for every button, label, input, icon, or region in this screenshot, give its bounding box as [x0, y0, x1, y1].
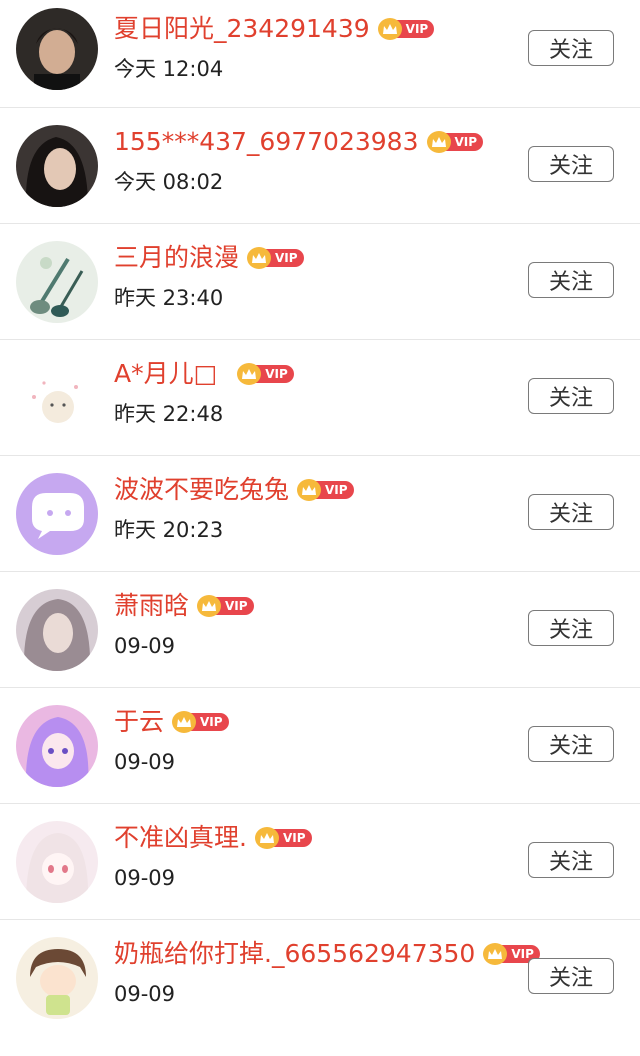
follow-button[interactable]: 关注 [528, 726, 614, 762]
user-name-line: 波波不要吃兔兔 VIP [114, 473, 354, 507]
follow-button[interactable]: 关注 [528, 958, 614, 994]
avatar[interactable] [16, 8, 98, 90]
user-name-line: 于云 VIP [114, 705, 229, 739]
timestamp: 09-09 [114, 750, 176, 774]
vip-badge: VIP [377, 18, 435, 40]
timestamp: 昨天 23:40 [114, 286, 224, 310]
avatar[interactable] [16, 821, 98, 903]
follow-button[interactable]: 关注 [528, 842, 614, 878]
user-name-line: 奶瓶给你打掉._665562947350 VIP [114, 937, 540, 971]
user-name[interactable]: 萧雨晗 [114, 589, 189, 623]
follow-button[interactable]: 关注 [528, 378, 614, 414]
vip-badge: VIP [426, 131, 484, 153]
crown-icon [297, 479, 322, 501]
list-item[interactable]: 波波不要吃兔兔 VIP 昨天 20:23 关注 [0, 456, 640, 572]
timestamp: 今天 08:02 [114, 170, 224, 194]
avatar[interactable] [16, 937, 98, 1019]
crown-icon [426, 131, 451, 153]
user-name[interactable]: 不准凶真理. [114, 821, 247, 855]
vip-badge: VIP [237, 363, 294, 385]
timestamp: 09-09 [114, 634, 176, 658]
avatar[interactable] [16, 241, 98, 323]
user-name-line: 不准凶真理. VIP [114, 821, 312, 855]
vip-badge: VIP [247, 247, 304, 269]
user-name[interactable]: 夏日阳光_234291439 [114, 12, 370, 46]
user-name[interactable]: 于云 [114, 705, 164, 739]
crown-icon [172, 711, 197, 733]
list-item[interactable]: 155***437_6977023983 VIP 今天 08:02 关注 [0, 108, 640, 224]
list-item[interactable]: 奶瓶给你打掉._665562947350 VIP 09-09 关注 [0, 920, 640, 1036]
vip-badge: VIP [172, 711, 229, 733]
follow-button[interactable]: 关注 [528, 146, 614, 182]
avatar[interactable] [16, 473, 98, 555]
vip-badge: VIP [197, 595, 254, 617]
timestamp: 今天 12:04 [114, 57, 224, 81]
avatar[interactable] [16, 589, 98, 671]
user-name-line: 萧雨晗 VIP [114, 589, 254, 623]
user-name-line: 155***437_6977023983 VIP [114, 125, 484, 159]
avatar[interactable] [16, 125, 98, 207]
user-name[interactable]: 奶瓶给你打掉._665562947350 [114, 937, 475, 971]
list-item[interactable]: A*月儿□ VIP 昨天 22:48 关注 [0, 340, 640, 456]
vip-badge: VIP [297, 479, 354, 501]
avatar[interactable] [16, 705, 98, 787]
list-item[interactable]: 三月的浪漫 VIP 昨天 23:40 关注 [0, 224, 640, 340]
user-name[interactable]: 三月的浪漫 [114, 241, 239, 275]
crown-icon [254, 827, 279, 849]
user-name[interactable]: 波波不要吃兔兔 [114, 473, 289, 507]
user-name[interactable]: A*月儿□ [114, 357, 217, 391]
timestamp: 昨天 20:23 [114, 518, 224, 542]
avatar[interactable] [16, 357, 98, 439]
follow-button[interactable]: 关注 [528, 494, 614, 530]
follower-list: 夏日阳光_234291439 VIP 今天 12:04 关注 155***437… [0, 0, 640, 1036]
user-name[interactable]: 155***437_6977023983 [114, 125, 419, 159]
user-name-line: 夏日阳光_234291439 VIP [114, 12, 435, 46]
vip-label: VIP [255, 365, 294, 383]
list-item[interactable]: 不准凶真理. VIP 09-09 关注 [0, 804, 640, 920]
follow-button[interactable]: 关注 [528, 262, 614, 298]
list-item[interactable]: 于云 VIP 09-09 关注 [0, 688, 640, 804]
user-name-line: A*月儿□ VIP [114, 357, 294, 391]
follow-button[interactable]: 关注 [528, 610, 614, 646]
list-item[interactable]: 萧雨晗 VIP 09-09 关注 [0, 572, 640, 688]
list-item[interactable]: 夏日阳光_234291439 VIP 今天 12:04 关注 [0, 0, 640, 108]
timestamp: 09-09 [114, 982, 176, 1006]
timestamp: 09-09 [114, 866, 176, 890]
crown-icon [247, 247, 272, 269]
user-name-line: 三月的浪漫 VIP [114, 241, 304, 275]
crown-icon [197, 595, 222, 617]
follow-button[interactable]: 关注 [528, 30, 614, 66]
crown-icon [377, 18, 402, 40]
vip-badge: VIP [254, 827, 312, 849]
timestamp: 昨天 22:48 [114, 402, 224, 426]
